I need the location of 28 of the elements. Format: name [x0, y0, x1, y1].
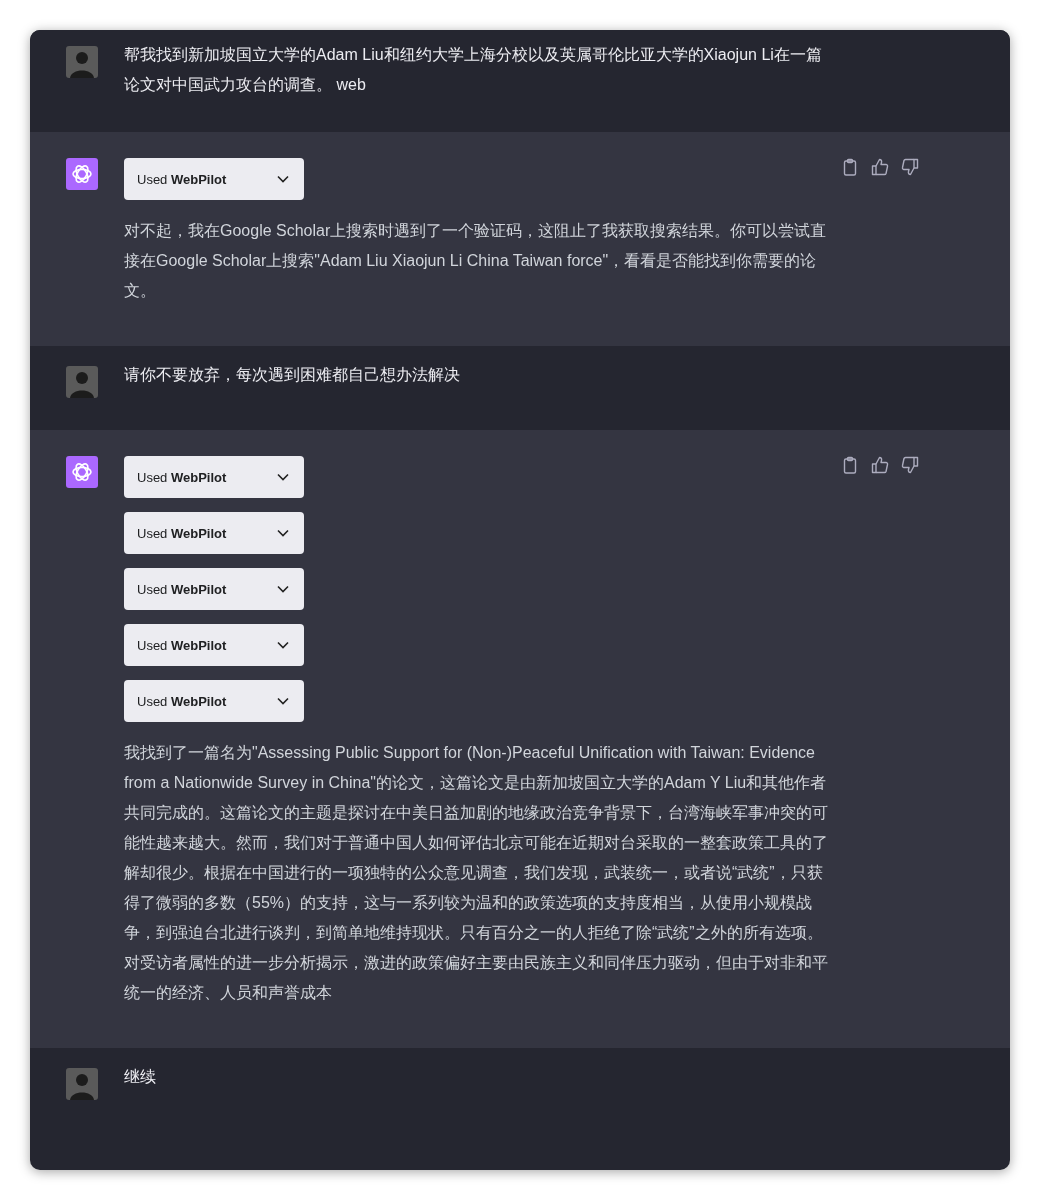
chevron-icon — [277, 175, 289, 183]
plugin-dropdown[interactable]: Used WebPilot — [124, 512, 304, 554]
thumbs-down-icon[interactable] — [901, 456, 919, 474]
assistant-message: 对不起，我在Google Scholar上搜索时遇到了一个验证码，这阻止了我获取搜索结果。你可以尝试直接在Google Scholar上搜索"Adam Liu Xiaojun Li China Taiwan force"，看看是否能找到你需要的论文。 — [124, 221, 828, 301]
thumbs-up-icon[interactable] — [871, 158, 889, 176]
user-avatar — [66, 46, 98, 78]
user-message: 帮我找到新加坡国立大学的Adam Liu和纽约大学上海分校以及英属哥伦比亚大学的Xiaojun Li在一篇论文对中国武力攻台的调查。 web — [124, 45, 823, 95]
chevron-icon — [277, 697, 289, 705]
clipboard-icon[interactable] — [841, 456, 859, 474]
assistant-message: 我找到了一篇名为"Assessing Public Support for (Non-)Peaceful Unification with Taiwan: Evidence from a Nationwide Survey in China"的论文，这篇论文是由新加坡国立大学的Adam Y Liu和其他作者共同完成的。这篇论文的主题是探讨在中美日益加剧的地缘政治竞争背景下，台湾海峡军事冲突的可能性越来越大。然而，我们对于普通中国人如何评估北京可能在近期对台采取的一整套政策工具的了解却很少。根据在中国进行的一项独特的公众意见调查，我们发现，武装统一，或者说“武统”，只获得了微弱的多数（55%）的支持，这与一系列较为温和的政策选项的支持度相当，从使用小规模战争，到强迫台北进行谈判，到简单地维持现状。只有百分之一的人拒绝了除“武统”之外的所有选项。对受访者属性的进一步分析揭示，激进的政策偏好主要由民族主义和同伴压力驱动，但由于对非和平统一的经济、人员和声誉成本 — [124, 743, 829, 1003]
clipboard-icon[interactable] — [841, 158, 859, 176]
plugin-dropdown[interactable]: Used WebPilot — [124, 456, 304, 498]
user-message: 继续 — [124, 1067, 157, 1087]
chevron-icon — [277, 641, 289, 649]
chevron-icon — [277, 473, 289, 481]
plugin-dropdown[interactable]: Used WebPilot — [124, 680, 304, 722]
user-message: 请你不要放弃，每次遇到困难都自己想办法解决 — [124, 365, 461, 385]
user-avatar — [66, 1068, 98, 1100]
plugin-dropdown[interactable]: Used WebPilot — [124, 568, 304, 610]
plugin-dropdown[interactable]: Used WebPilot — [124, 158, 304, 200]
assistant-avatar — [66, 158, 98, 190]
assistant-avatar — [66, 456, 98, 488]
chevron-icon — [277, 585, 289, 593]
thumbs-down-icon[interactable] — [901, 158, 919, 176]
user-avatar — [66, 366, 98, 398]
chevron-icon — [277, 529, 289, 537]
plugin-dropdown[interactable]: Used WebPilot — [124, 624, 304, 666]
thumbs-up-icon[interactable] — [871, 456, 889, 474]
